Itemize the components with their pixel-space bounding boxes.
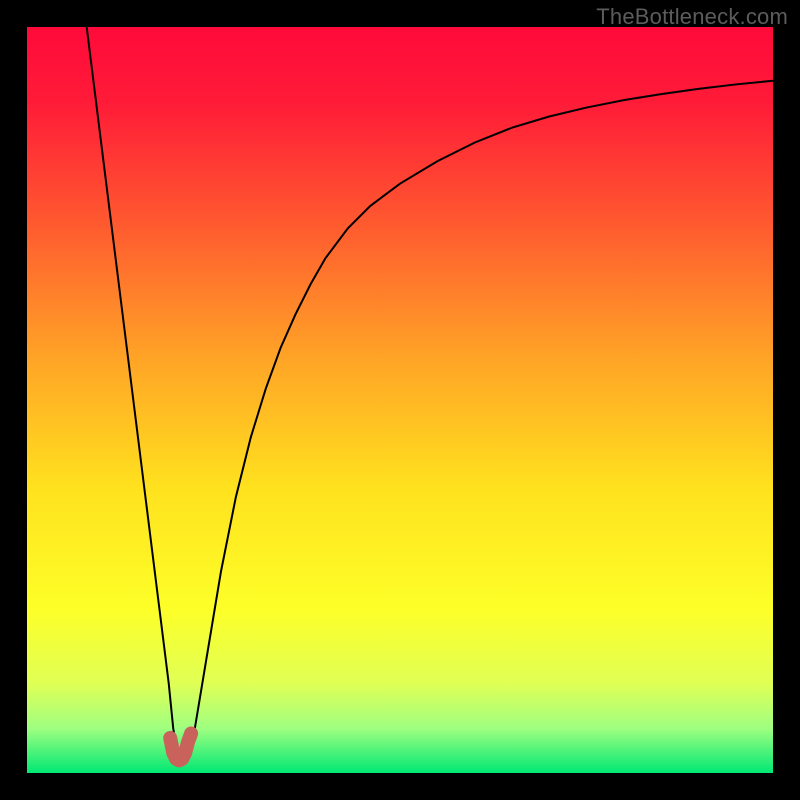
chart-plot-area bbox=[27, 27, 773, 773]
watermark-text: TheBottleneck.com bbox=[596, 4, 788, 30]
chart-background-gradient bbox=[27, 27, 773, 773]
chart-svg bbox=[27, 27, 773, 773]
